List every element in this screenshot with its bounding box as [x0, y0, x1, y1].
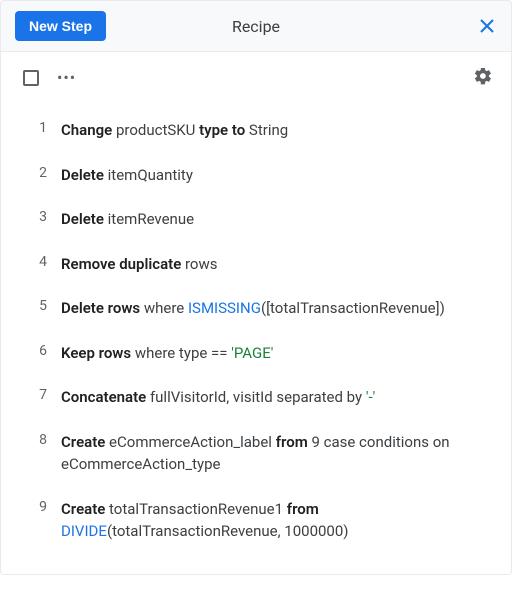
recipe-step[interactable]: 9Create totalTransactionRevenue1 from DI… [21, 487, 491, 554]
recipe-step[interactable]: 4Remove duplicate rows [21, 242, 491, 287]
step-description: Create totalTransactionRevenue1 from DIV… [61, 498, 491, 543]
recipe-step[interactable]: 3Delete itemRevenue [21, 197, 491, 242]
step-description: Delete itemRevenue [61, 208, 491, 231]
close-icon[interactable] [477, 16, 497, 36]
recipe-step[interactable]: 1Change productSKU type to String [21, 108, 491, 153]
step-description: Keep rows where type == 'PAGE' [61, 342, 491, 365]
select-all-checkbox[interactable] [23, 70, 39, 86]
recipe-step[interactable]: 7Concatenate fullVisitorId, visitId sepa… [21, 375, 491, 420]
step-description: Concatenate fullVisitorId, visitId separ… [61, 386, 491, 409]
more-icon[interactable]: ••• [57, 73, 76, 83]
recipe-panel: New Step Recipe ••• 1Change productSKU t… [0, 0, 512, 575]
recipe-step[interactable]: 5Delete rows where ISMISSING([totalTrans… [21, 286, 491, 331]
gear-icon[interactable] [473, 66, 493, 90]
step-number: 8 [21, 431, 61, 448]
step-description: Change productSKU type to String [61, 119, 491, 142]
recipe-step[interactable]: 2Delete itemQuantity [21, 153, 491, 198]
step-number: 7 [21, 386, 61, 403]
step-number: 1 [21, 119, 61, 136]
recipe-step[interactable]: 6Keep rows where type == 'PAGE' [21, 331, 491, 376]
step-number: 2 [21, 164, 61, 181]
new-step-button[interactable]: New Step [15, 11, 106, 41]
panel-header: New Step Recipe [1, 1, 511, 52]
recipe-step[interactable]: 8Create eCommerceAction_label from 9 cas… [21, 420, 491, 487]
toolbar: ••• [1, 52, 511, 94]
step-number: 5 [21, 297, 61, 314]
step-description: Delete itemQuantity [61, 164, 491, 187]
step-description: Remove duplicate rows [61, 253, 491, 276]
step-number: 4 [21, 253, 61, 270]
step-description: Create eCommerceAction_label from 9 case… [61, 431, 491, 476]
recipe-steps: 1Change productSKU type to String2Delete… [1, 94, 511, 574]
step-number: 9 [21, 498, 61, 515]
step-description: Delete rows where ISMISSING([totalTransa… [61, 297, 491, 320]
step-number: 3 [21, 208, 61, 225]
step-number: 6 [21, 342, 61, 359]
